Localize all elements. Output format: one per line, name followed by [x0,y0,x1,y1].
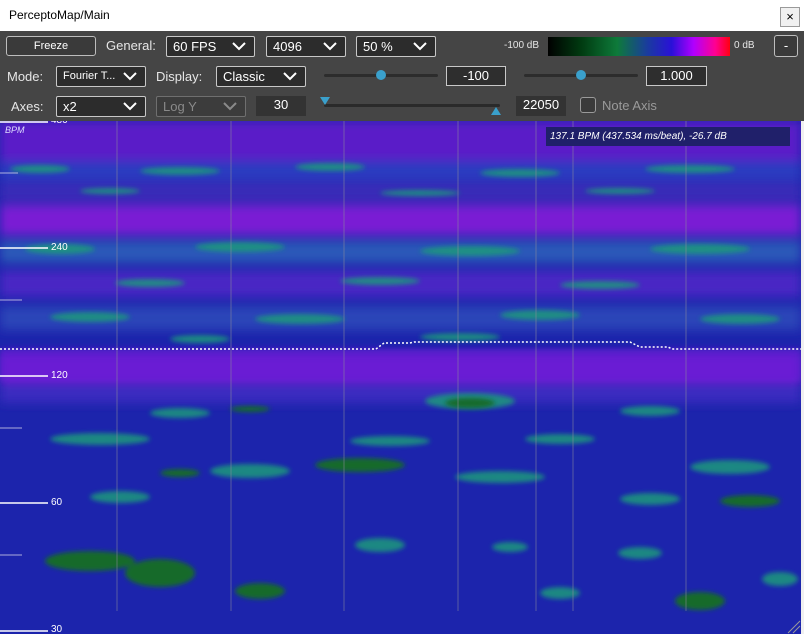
fps-dropdown[interactable]: 60 FPS [166,36,255,57]
gain-value-field[interactable]: 1.000 [646,66,707,86]
gain-slider-knob[interactable] [576,70,586,80]
general-label: General: [106,38,156,53]
tick-label-480: 480 [51,121,68,126]
app-window: PerceptoMap/Main × Freeze General: 60 FP… [0,0,804,634]
bpm-unit-label: BPM [5,125,25,135]
freq-range-track[interactable] [324,104,500,107]
chevron-down-icon [413,42,427,51]
min-freq-field[interactable]: 30 [256,96,306,116]
y-scale-value: Log Y [163,99,197,114]
fps-value: 60 FPS [173,39,217,54]
chevron-down-icon [123,102,137,111]
collapse-button[interactable]: - [774,35,798,57]
max-freq-field[interactable]: 22050 [516,96,566,116]
mode-value: Fourier T... [63,70,116,82]
mode-dropdown[interactable]: Fourier T... [56,66,146,87]
fft-size-dropdown[interactable]: 4096 [266,36,346,57]
color-scale-bar [548,37,730,56]
range-min-handle-icon[interactable] [319,96,331,106]
chevron-down-icon [232,42,246,51]
cursor-readout: 137.1 BPM (437.534 ms/beat), -26.7 dB [546,127,790,146]
chevron-down-icon [283,72,297,81]
control-panel: Freeze General: 60 FPS 4096 50 % -100 dB… [0,31,804,121]
tick-label-120: 120 [51,370,68,381]
note-axis-label: Note Axis [602,98,657,113]
db-max-label: 0 dB [734,40,755,51]
spectrogram-canvas [0,121,801,634]
db-min-label: -100 dB [504,40,540,51]
axes-label: Axes: [11,99,44,114]
display-value: Classic [223,69,265,84]
window-title: PerceptoMap/Main [9,8,110,22]
tick-label-30: 30 [51,624,63,634]
chevron-down-icon [323,42,337,51]
spectrogram-view[interactable]: BPM 480 240 120 60 30 137.1 BPM (437.534… [0,121,801,634]
tick-label-60: 60 [51,497,63,508]
floor-slider-knob[interactable] [376,70,386,80]
floor-value-field[interactable]: -100 [446,66,506,86]
title-bar: PerceptoMap/Main × [0,0,804,32]
overlap-dropdown[interactable]: 50 % [356,36,436,57]
display-label: Display: [156,69,203,84]
note-axis-checkbox[interactable] [580,97,596,113]
fft-size-value: 4096 [273,39,302,54]
chevron-down-icon [223,102,237,111]
y-scale-dropdown[interactable]: Log Y [156,96,246,117]
mode-label: Mode: [7,69,44,84]
axes-dropdown[interactable]: x2 [56,96,146,117]
axes-value: x2 [63,99,77,114]
freeze-button[interactable]: Freeze [6,36,96,56]
close-button[interactable]: × [780,7,800,27]
display-dropdown[interactable]: Classic [216,66,306,87]
chevron-down-icon [123,72,137,81]
tick-label-240: 240 [51,242,68,253]
range-max-handle-icon[interactable] [490,106,502,116]
overlap-value: 50 % [363,39,393,54]
